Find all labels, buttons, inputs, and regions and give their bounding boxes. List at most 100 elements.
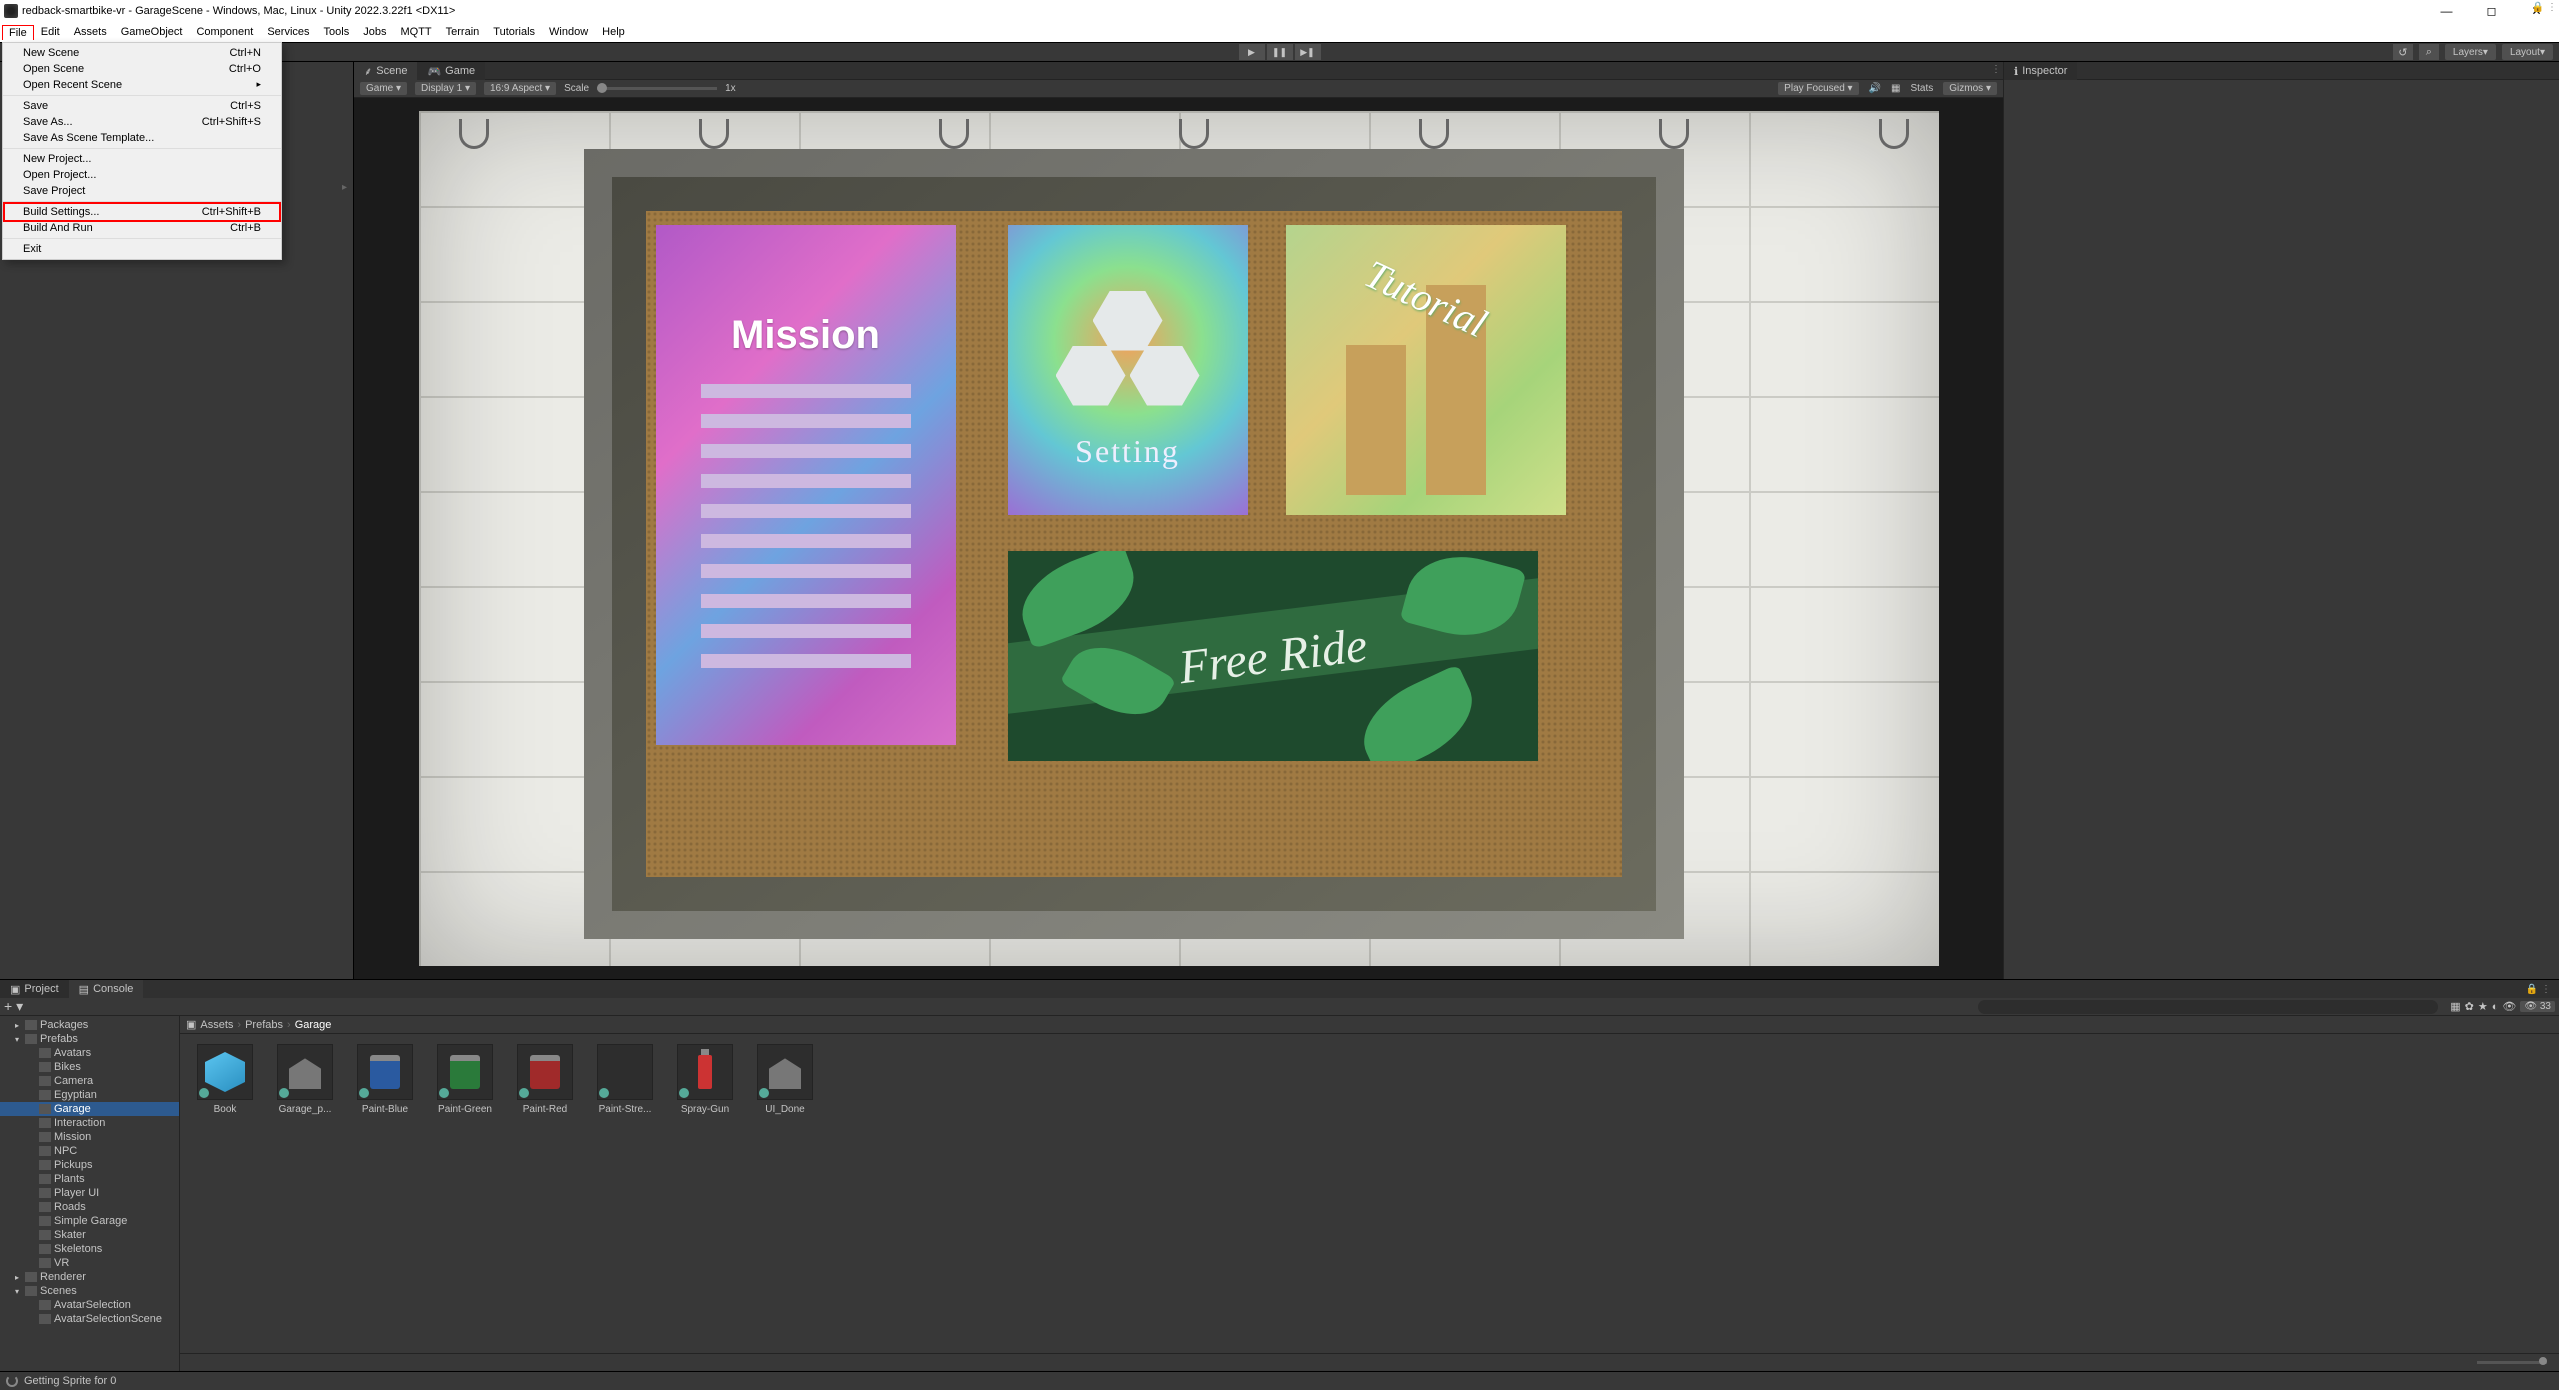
- tree-scenes[interactable]: ▾Scenes: [0, 1284, 179, 1298]
- tree-interaction[interactable]: Interaction: [0, 1116, 179, 1130]
- tree-renderer[interactable]: ▸Renderer: [0, 1270, 179, 1284]
- tab-console[interactable]: ▤ Console: [69, 980, 144, 998]
- asset-paint-blue[interactable]: Paint-Blue: [350, 1044, 420, 1115]
- tree-vr[interactable]: VR: [0, 1256, 179, 1270]
- tree-skater[interactable]: Skater: [0, 1228, 179, 1242]
- tree-bikes[interactable]: Bikes: [0, 1060, 179, 1074]
- asset-ui-done[interactable]: UI_Done: [750, 1044, 820, 1115]
- window-title: redback-smartbike-vr - GarageScene - Win…: [22, 5, 455, 17]
- menu-tutorials[interactable]: Tutorials: [486, 24, 542, 40]
- file-menu-exit[interactable]: Exit: [3, 241, 281, 257]
- pause-button[interactable]: ❚❚: [1267, 44, 1293, 60]
- maximize-button[interactable]: ◻: [2469, 0, 2514, 22]
- tree-prefabs[interactable]: ▾Prefabs: [0, 1032, 179, 1046]
- game-mode-dropdown[interactable]: Game ▾: [360, 82, 407, 95]
- play-button[interactable]: ▶: [1239, 44, 1265, 60]
- tab-inspector[interactable]: ℹ Inspector: [2004, 62, 2077, 80]
- menu-component[interactable]: Component: [189, 24, 260, 40]
- tree-plants[interactable]: Plants: [0, 1172, 179, 1186]
- tree-egyptian[interactable]: Egyptian: [0, 1088, 179, 1102]
- create-asset-button[interactable]: + ▾: [4, 998, 23, 1015]
- minimize-button[interactable]: —: [2424, 0, 2469, 22]
- poster-setting: Setting: [1008, 225, 1248, 515]
- tree-avatars[interactable]: Avatars: [0, 1046, 179, 1060]
- file-menu-build-and-run[interactable]: Build And RunCtrl+B: [3, 220, 281, 236]
- asset-paint-stre-[interactable]: Paint-Stre...: [590, 1044, 660, 1115]
- menu-tools[interactable]: Tools: [317, 24, 357, 40]
- menu-terrain[interactable]: Terrain: [439, 24, 487, 40]
- undo-history-icon[interactable]: ↺: [2393, 44, 2413, 60]
- scale-slider[interactable]: [597, 87, 717, 90]
- tree-avatarselectionscene[interactable]: AvatarSelectionScene: [0, 1312, 179, 1326]
- asset-paint-green[interactable]: Paint-Green: [430, 1044, 500, 1115]
- tree-simple-garage[interactable]: Simple Garage: [0, 1214, 179, 1228]
- asset-spray-gun[interactable]: Spray-Gun: [670, 1044, 740, 1115]
- menu-jobs[interactable]: Jobs: [356, 24, 393, 40]
- layout-dropdown[interactable]: Layout ▾: [2502, 44, 2553, 60]
- tree-skeletons[interactable]: Skeletons: [0, 1242, 179, 1256]
- menu-mqtt[interactable]: MQTT: [393, 24, 438, 40]
- visibility-icon[interactable]: 👁: [2502, 1000, 2516, 1013]
- collapse-handle-icon[interactable]: ▸: [342, 182, 347, 193]
- game-view: Mission Setting: [354, 98, 2003, 979]
- file-menu-build-settings-[interactable]: Build Settings...Ctrl+Shift+B: [3, 202, 281, 222]
- menu-file[interactable]: File: [2, 25, 34, 40]
- search-by-label-icon[interactable]: ✿: [2465, 1000, 2474, 1013]
- display-dropdown[interactable]: Display 1 ▾: [415, 82, 476, 95]
- search-icon[interactable]: ⌕: [2419, 44, 2439, 60]
- asset-paint-red[interactable]: Paint-Red: [510, 1044, 580, 1115]
- gizmos-dropdown[interactable]: Gizmos ▾: [1943, 82, 1997, 95]
- search-by-type-icon[interactable]: ▦: [2450, 1000, 2460, 1013]
- file-menu-save-project[interactable]: Save Project: [3, 183, 281, 199]
- menu-gameobject[interactable]: GameObject: [114, 24, 190, 40]
- tree-mission[interactable]: Mission: [0, 1130, 179, 1144]
- menu-assets[interactable]: Assets: [67, 24, 114, 40]
- spinner-icon: [6, 1375, 18, 1387]
- file-menu-open-recent-scene[interactable]: Open Recent Scene: [3, 77, 281, 93]
- vsync-icon[interactable]: ▦: [1891, 83, 1900, 94]
- inspector-options-icon[interactable]: 🔒 ⋮: [2532, 2, 2557, 13]
- file-menu-save[interactable]: SaveCtrl+S: [3, 98, 281, 114]
- file-menu-open-project-[interactable]: Open Project...: [3, 167, 281, 183]
- project-search-input[interactable]: [1978, 1000, 2438, 1014]
- menu-help[interactable]: Help: [595, 24, 632, 40]
- tab-scene[interactable]: ⸙ Scene: [354, 62, 417, 80]
- menu-window[interactable]: Window: [542, 24, 595, 40]
- project-lock-icon[interactable]: 🔒 ⋮: [2526, 984, 2551, 995]
- project-tree[interactable]: ▸Packages▾PrefabsAvatarsBikesCameraEgypt…: [0, 1016, 180, 1371]
- mute-icon[interactable]: 🔊: [1869, 83, 1881, 94]
- tree-player-ui[interactable]: Player UI: [0, 1186, 179, 1200]
- tree-npc[interactable]: NPC: [0, 1144, 179, 1158]
- tree-packages[interactable]: ▸Packages: [0, 1018, 179, 1032]
- file-menu-new-scene[interactable]: New SceneCtrl+N: [3, 45, 281, 61]
- layers-dropdown[interactable]: Layers ▾: [2445, 44, 2496, 60]
- file-menu-save-as-[interactable]: Save As...Ctrl+Shift+S: [3, 114, 281, 130]
- step-button[interactable]: ▶❚: [1295, 44, 1321, 60]
- hidden-packages-icon[interactable]: ◐: [2492, 1001, 2499, 1013]
- stats-toggle[interactable]: Stats: [1910, 83, 1933, 94]
- aspect-dropdown[interactable]: 16:9 Aspect ▾: [484, 82, 556, 95]
- tree-roads[interactable]: Roads: [0, 1200, 179, 1214]
- crumb-assets[interactable]: Assets: [200, 1019, 233, 1031]
- tab-game[interactable]: 🎮 Game: [417, 62, 485, 80]
- tree-avatarselection[interactable]: AvatarSelection: [0, 1298, 179, 1312]
- play-focused-dropdown[interactable]: Play Focused ▾: [1778, 82, 1858, 95]
- view-tabs: ⸙ Scene 🎮 Game ⋮: [354, 62, 2003, 80]
- tree-camera[interactable]: Camera: [0, 1074, 179, 1088]
- file-menu-save-as-scene-template-[interactable]: Save As Scene Template...: [3, 130, 281, 146]
- asset-garage-p-[interactable]: Garage_p...: [270, 1044, 340, 1115]
- file-menu-open-scene[interactable]: Open SceneCtrl+O: [3, 61, 281, 77]
- asset-book[interactable]: Book: [190, 1044, 260, 1115]
- crumb-garage[interactable]: Garage: [295, 1019, 332, 1031]
- file-menu-new-project-[interactable]: New Project...: [3, 151, 281, 167]
- breadcrumb: ▣ Assets › Prefabs › Garage: [180, 1016, 2559, 1034]
- crumb-prefabs[interactable]: Prefabs: [245, 1019, 283, 1031]
- thumbnail-size-slider[interactable]: [2477, 1361, 2547, 1364]
- panel-options-icon[interactable]: ⋮: [1991, 64, 2001, 75]
- tab-project[interactable]: ▣ Project: [0, 980, 69, 998]
- menu-services[interactable]: Services: [260, 24, 316, 40]
- tree-pickups[interactable]: Pickups: [0, 1158, 179, 1172]
- save-search-icon[interactable]: ★: [2478, 1000, 2488, 1013]
- menu-edit[interactable]: Edit: [34, 24, 67, 40]
- tree-garage[interactable]: Garage: [0, 1102, 179, 1116]
